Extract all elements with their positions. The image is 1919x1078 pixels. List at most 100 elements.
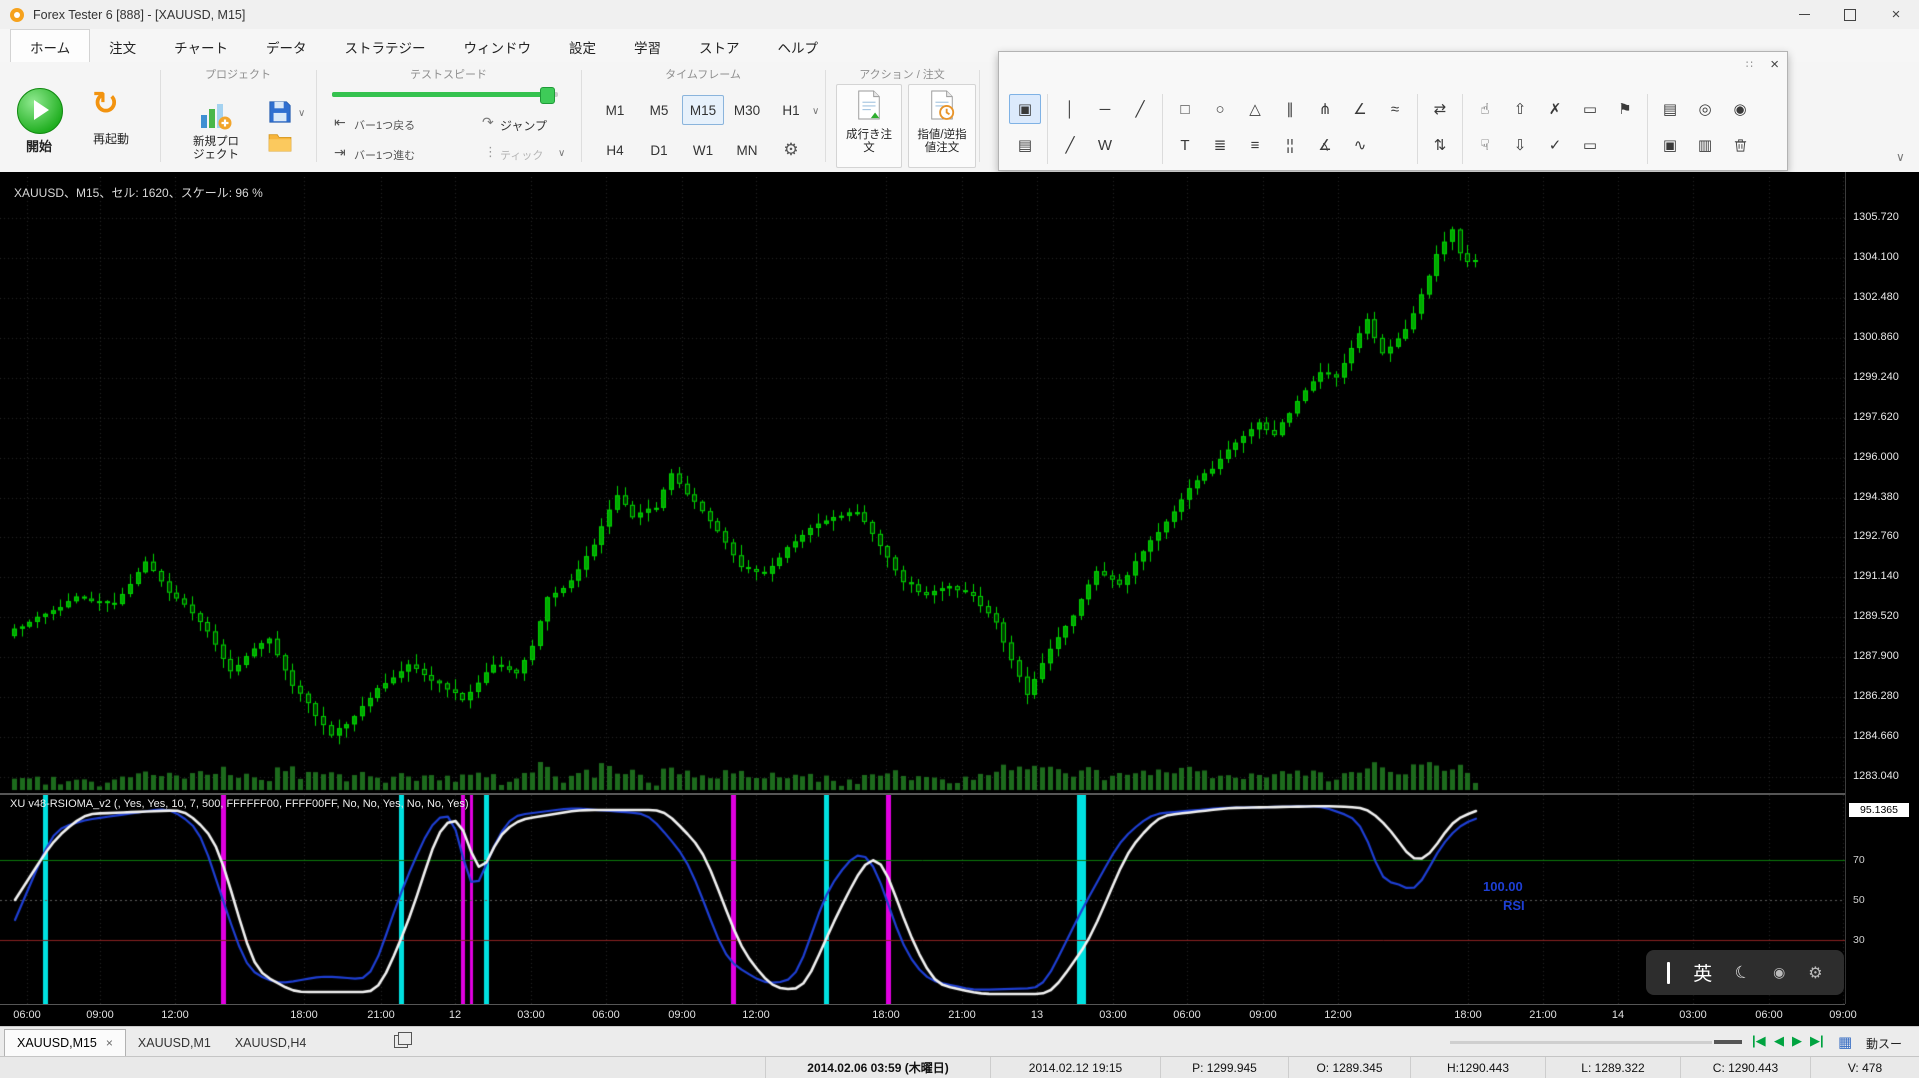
tick-mode-caret[interactable]: ∨ [558,148,565,159]
panel-pin-icon[interactable]: ∷ [1746,58,1753,71]
composite-symbol-tool[interactable]: ≣ [1204,130,1236,160]
menu-item-home[interactable]: ホーム [10,29,90,62]
step-back-label[interactable]: バー1つ戻る [354,117,415,133]
ime-pad-icon[interactable]: ◉ [1773,964,1785,981]
triangle-tool[interactable]: △ [1239,94,1271,124]
crosshair-tool[interactable]: ◉ [1724,94,1756,124]
polyline-tool[interactable]: W [1089,130,1121,160]
step-forward-icon[interactable]: ⇥ [334,144,346,161]
chart-scrollbar-track[interactable] [1450,1041,1712,1044]
measure-back-tool[interactable]: ⇅ [1424,130,1456,160]
step-back-icon[interactable]: ⇤ [334,114,346,131]
tab-close-icon[interactable]: × [106,1036,113,1050]
chart-mode-icon[interactable]: ▦ [1838,1033,1852,1051]
new-project-icon[interactable] [198,100,232,137]
paste-buy-tool[interactable]: ▣ [1654,130,1686,160]
cross-mark[interactable]: ✗ [1539,94,1571,124]
menu-item-strategies[interactable]: ストラテジー [325,29,444,62]
tick-mode-icon[interactable]: ⋮ [484,144,497,160]
ime-settings-gear-icon[interactable]: ⚙ [1808,963,1822,983]
fib-time-zones-tool[interactable]: ¦¦ [1274,130,1306,160]
go-last-bar-button[interactable]: ▶| [1810,1033,1824,1049]
chart-scrollbar-thumb[interactable] [1714,1040,1742,1044]
go-next-bar-button[interactable]: ▶ [1792,1033,1802,1049]
tab-xauusd-m15[interactable]: XAUUSD,M15× [4,1029,126,1056]
paste-sell-tool[interactable]: ▥ [1689,130,1721,160]
fib-expansion-tool[interactable]: ∿ [1344,130,1376,160]
timeframe-button-h1[interactable]: H1 [770,95,812,125]
menu-item-data[interactable]: データ [247,29,326,62]
new-document[interactable]: ▤ [1009,130,1041,160]
timeframe-settings-button[interactable]: ⚙ [770,135,812,165]
step-forward-label[interactable]: バー1つ進む [354,147,415,163]
timeframe-button-m30[interactable]: M30 [726,95,768,125]
delete-all-tool[interactable] [1724,130,1756,160]
jump-label[interactable]: ジャンプ [500,117,547,134]
gann-fan-tool[interactable]: ∠ [1344,94,1376,124]
trend-line-tool[interactable]: ╱ [1124,94,1156,124]
ellipse-tool[interactable]: ○ [1204,94,1236,124]
main-chart-canvas[interactable] [0,177,1845,793]
timeframe-button-m15[interactable]: M15 [682,95,724,125]
new-project-label[interactable]: 新規プロ ジェクト [170,136,262,162]
thumb-up-mark[interactable]: ☝ [1469,94,1501,124]
measure-forward-tool[interactable]: ⇄ [1424,94,1456,124]
flag-mark[interactable]: ⚑ [1609,94,1641,124]
text-tool[interactable]: T [1169,130,1201,160]
tab-xauusd-h4[interactable]: XAUUSD,H4 [223,1029,319,1056]
minimize-button[interactable] [1781,0,1827,29]
thumb-down-mark[interactable]: ☟ [1469,130,1501,160]
ime-language-label[interactable]: 英 [1693,959,1712,986]
menu-item-settings[interactable]: 設定 [550,29,615,62]
start-test-button[interactable] [17,88,63,134]
menu-item-store[interactable]: ストア [680,29,759,62]
timeframe-button-m1[interactable]: M1 [594,95,636,125]
maximize-button[interactable] [1827,0,1873,29]
open-project-button[interactable] [268,132,292,157]
menu-item-orders[interactable]: 注文 [90,29,155,62]
timeframe-button-w1[interactable]: W1 [682,135,724,165]
indicator-canvas[interactable] [0,795,1845,1004]
close-button[interactable]: × [1873,0,1919,29]
market-order-button[interactable]: 成行き注 文 [836,84,902,168]
cascade-windows[interactable]: ▣ [1009,94,1041,124]
jump-icon[interactable]: ↷ [482,114,494,131]
menu-item-help[interactable]: ヘルプ [758,29,837,62]
test-speed-slider[interactable] [332,92,558,97]
menu-item-charts[interactable]: チャート [155,29,247,62]
test-speed-slider-handle[interactable] [540,87,555,104]
horizontal-line-tool[interactable]: ─ [1089,94,1121,124]
menu-item-window[interactable]: ウィンドウ [444,29,550,62]
new-chart-window-icon[interactable] [394,1035,408,1048]
arrow-down-mark[interactable]: ⇩ [1504,130,1536,160]
note-tool[interactable]: ▤ [1654,94,1686,124]
check-mark[interactable]: ✓ [1539,130,1571,160]
fib-retracement-tool[interactable]: ≡ [1239,130,1271,160]
ribbon-collapse-button[interactable]: ∨ [1896,150,1905,164]
fib-fan-tool[interactable]: ∡ [1309,130,1341,160]
restart-icon[interactable]: ↻ [92,86,119,120]
ray-tool[interactable]: ╱ [1054,130,1086,160]
timeframe-button-m5[interactable]: M5 [638,95,680,125]
save-dropdown-caret[interactable]: ∨ [298,108,305,119]
auto-scroll-label[interactable]: 動スー [1866,1035,1902,1052]
target-tool[interactable]: ◎ [1689,94,1721,124]
tick-mode-label[interactable]: ティック [500,147,543,163]
arrow-up-mark[interactable]: ⇧ [1504,94,1536,124]
price-label-right-mark[interactable]: ▭ [1574,94,1606,124]
panel-close-icon[interactable]: × [1770,56,1779,73]
vertical-line-tool[interactable]: │ [1054,94,1086,124]
pitchfork-tool[interactable]: ⋔ [1309,94,1341,124]
menu-item-learning[interactable]: 学習 [615,29,680,62]
timeframe-button-mn[interactable]: MN [726,135,768,165]
go-prev-bar-button[interactable]: ◀ [1774,1033,1784,1049]
timeframe-more-button[interactable]: ∨ [812,106,819,117]
elliott-wave-tool[interactable]: ≈ [1379,94,1411,124]
go-first-bar-button[interactable]: |◀ [1752,1033,1766,1049]
pending-order-button[interactable]: 指値/逆指 値注文 [908,84,976,168]
timeframe-button-d1[interactable]: D1 [638,135,680,165]
rectangle-tool[interactable]: □ [1169,94,1201,124]
moon-icon[interactable]: ☾ [1732,961,1753,985]
timeframe-button-h4[interactable]: H4 [594,135,636,165]
channel-tool[interactable]: ∥ [1274,94,1306,124]
